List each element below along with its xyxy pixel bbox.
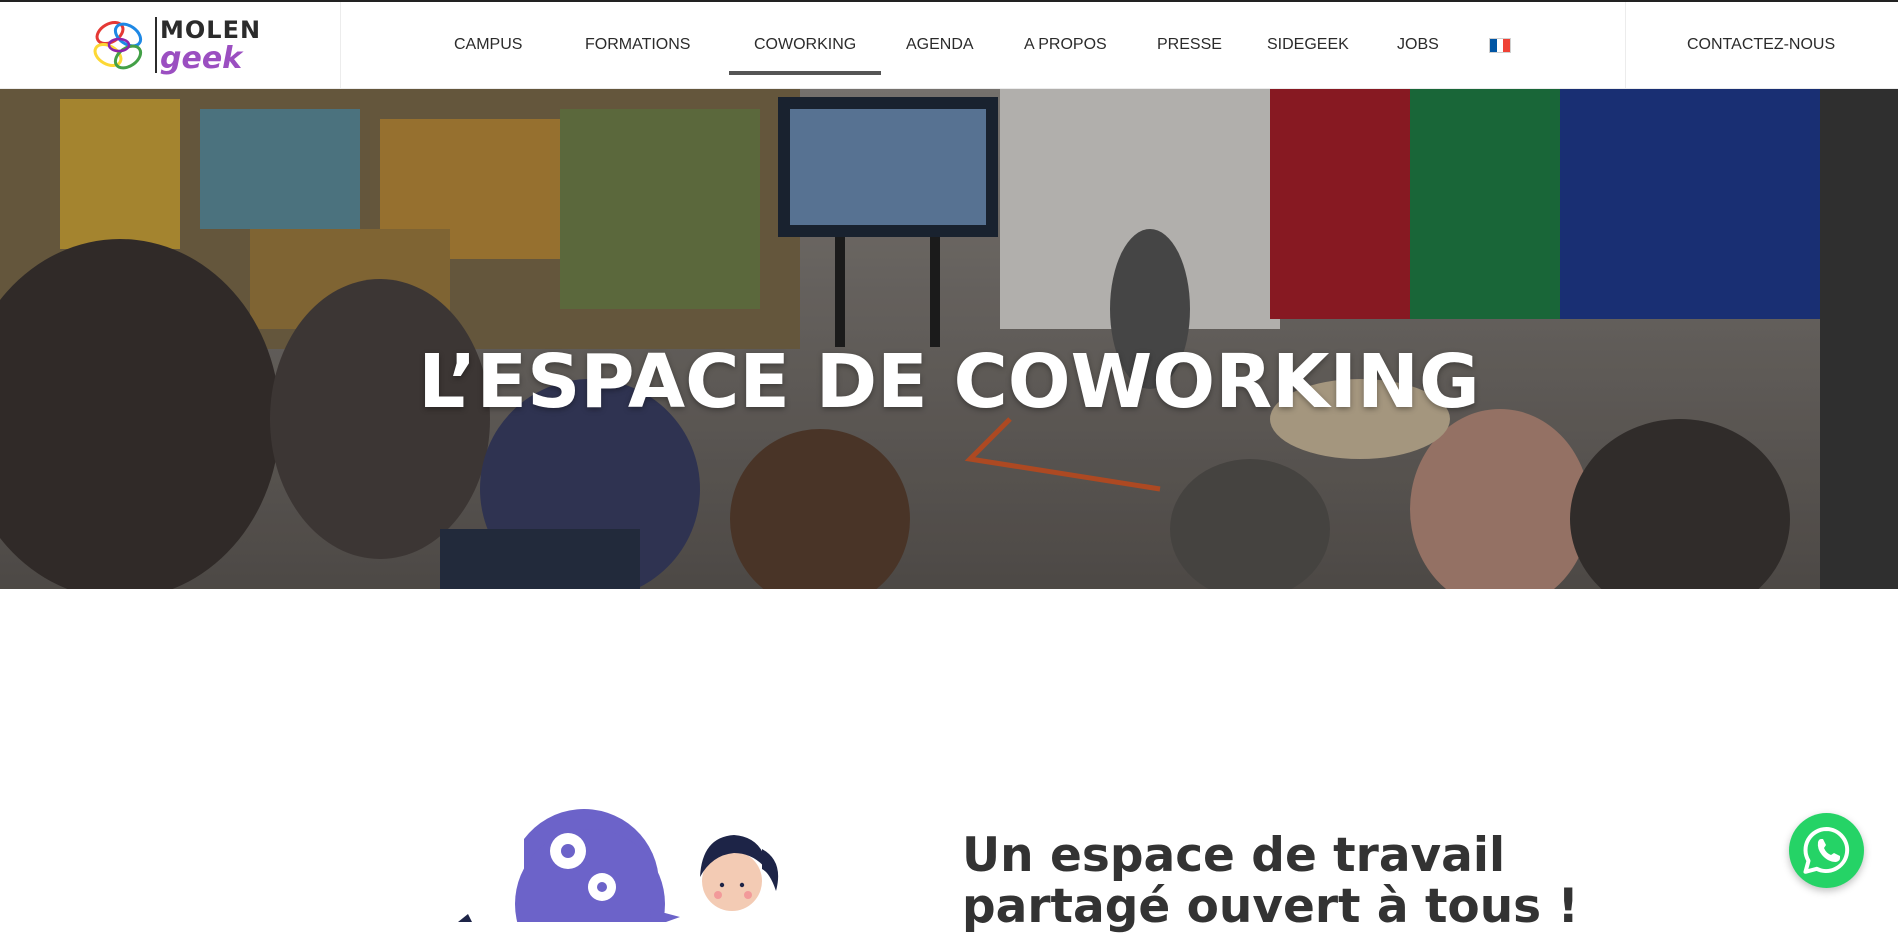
logo-cell: MOLEN geek <box>0 2 341 89</box>
hero-title: L’ESPACE DE COWORKING <box>418 338 1480 425</box>
section-title: Un espace de travail partagé ouvert à to… <box>962 830 1662 932</box>
flag-red-band <box>1503 39 1511 52</box>
molengeek-logo[interactable]: MOLEN geek <box>88 13 262 79</box>
logo-divider <box>155 17 157 73</box>
nav-item-formations[interactable]: FORMATIONS <box>585 2 690 89</box>
section-title-line-1: Un espace de travail <box>962 828 1506 883</box>
section-title-line-2: partagé ouvert à tous ! <box>962 879 1579 934</box>
nav-item-coworking[interactable]: COWORKING <box>728 2 882 89</box>
main-nav: CAMPUS FORMATIONS COWORKING AGENDA A PRO… <box>341 2 1625 89</box>
hero-banner: L’ESPACE DE COWORKING <box>0 89 1898 589</box>
nav-item-agenda[interactable]: AGENDA <box>906 2 974 89</box>
whatsapp-icon <box>1803 827 1850 874</box>
coworking-illustration <box>458 809 779 922</box>
site-header: MOLEN geek CAMPUS FORMATIONS COWORKING A… <box>0 0 1898 89</box>
nav-item-sidegeek[interactable]: SIDEGEEK <box>1267 2 1349 89</box>
contact-cell: CONTACTEZ-NOUS <box>1625 2 1898 89</box>
fr-flag-icon[interactable] <box>1489 38 1511 53</box>
nav-item-presse[interactable]: PRESSE <box>1157 2 1222 89</box>
logo-mark-icon <box>93 21 143 70</box>
flag-blue-band <box>1490 39 1497 52</box>
whatsapp-chat-button[interactable] <box>1789 813 1864 888</box>
logo-word-molen: MOLEN <box>160 16 262 44</box>
nav-item-campus[interactable]: CAMPUS <box>454 2 522 89</box>
contact-us-link[interactable]: CONTACTEZ-NOUS <box>1687 2 1835 88</box>
nav-item-a-propos[interactable]: A PROPOS <box>1024 2 1107 89</box>
nav-item-jobs[interactable]: JOBS <box>1397 2 1439 89</box>
flag-white-band <box>1496 39 1504 52</box>
intro-section: Un espace de travail partagé ouvert à to… <box>0 589 1898 932</box>
logo-word-geek: geek <box>160 41 243 76</box>
